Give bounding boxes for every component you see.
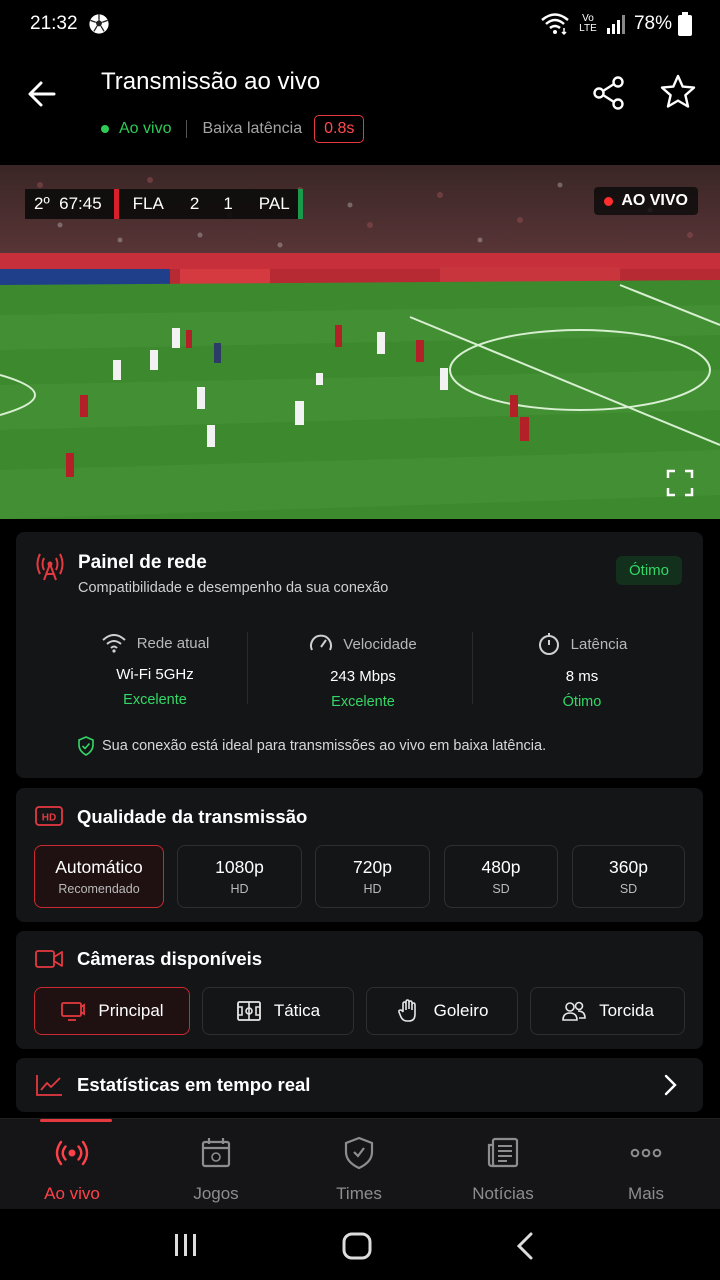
quality-option-480p[interactable]: 480p SD bbox=[444, 845, 558, 908]
stats-row[interactable]: Estatísticas em tempo real bbox=[16, 1058, 703, 1112]
video-camera-icon bbox=[35, 950, 63, 968]
active-tab-indicator bbox=[40, 1119, 112, 1122]
live-badge: AO VIVO bbox=[594, 187, 698, 215]
live-dot-icon bbox=[604, 196, 614, 206]
favorite-star-icon[interactable] bbox=[658, 72, 698, 112]
signal-icon bbox=[606, 15, 625, 34]
metric-speed: Velocidade 243 Mbps Excelente bbox=[258, 632, 468, 722]
camera-option-torcida[interactable]: Torcida bbox=[530, 987, 685, 1035]
quality-option-1080p[interactable]: 1080p HD bbox=[177, 845, 302, 908]
nav-item-noticias[interactable]: Notícias bbox=[431, 1135, 575, 1204]
shield-check-icon bbox=[78, 736, 94, 756]
nav-item-times[interactable]: Times bbox=[287, 1135, 431, 1204]
camera-option-tatica[interactable]: Tática bbox=[202, 987, 354, 1035]
tactical-field-icon bbox=[236, 1001, 261, 1021]
stats-title: Estatísticas em tempo real bbox=[77, 1074, 311, 1095]
battery-percent: 78% bbox=[633, 13, 672, 34]
back-arrow-icon[interactable] bbox=[22, 74, 62, 114]
quality-section: HD Qualidade da transmissão Automático R… bbox=[16, 788, 703, 922]
volte-label: Vo LTE bbox=[579, 13, 597, 34]
metric-latency-value: 8 ms bbox=[565, 668, 599, 685]
quality-option-360p[interactable]: 360p SD bbox=[572, 845, 685, 908]
chevron-right-icon bbox=[664, 1074, 677, 1096]
divider bbox=[472, 632, 473, 704]
metric-network-status: Excelente bbox=[123, 692, 187, 708]
more-icon bbox=[630, 1148, 662, 1158]
live-dot-icon bbox=[101, 125, 109, 133]
home-icon[interactable] bbox=[341, 1231, 373, 1261]
network-panel-subtitle: Compatibilidade e desempenho da sua cone… bbox=[78, 580, 389, 596]
camera-option-goleiro[interactable]: Goleiro bbox=[366, 987, 518, 1035]
nav-item-ao-vivo[interactable]: Ao vivo bbox=[0, 1135, 144, 1204]
cameras-section: Câmeras disponíveis Principal Tática Gol… bbox=[16, 931, 703, 1049]
match-clock: 2º 67:45 bbox=[34, 194, 102, 213]
metric-speed-status: Excelente bbox=[331, 694, 395, 710]
trend-chart-icon bbox=[36, 1075, 62, 1096]
glove-icon bbox=[397, 999, 416, 1022]
news-icon bbox=[487, 1137, 519, 1168]
status-time: 21:32 bbox=[30, 13, 78, 34]
svg-text:HD: HD bbox=[42, 813, 56, 824]
hd-icon: HD bbox=[35, 806, 63, 826]
network-panel-title: Painel de rede bbox=[78, 552, 207, 573]
back-icon[interactable] bbox=[512, 1231, 538, 1261]
calendar-icon bbox=[201, 1138, 231, 1168]
divider bbox=[186, 120, 188, 138]
divider bbox=[247, 632, 248, 704]
network-panel: Painel de rede Compatibilidade e desempe… bbox=[16, 532, 703, 778]
shield-icon bbox=[344, 1136, 374, 1170]
metric-latency: Latência 8 ms Ótimo bbox=[477, 632, 687, 722]
connection-status-badge: Ótimo bbox=[616, 556, 683, 585]
video-player[interactable]: 2º 67:45 FLA 2 1 PAL AO VIVO bbox=[0, 165, 720, 519]
quality-option-720p[interactable]: 720p HD bbox=[315, 845, 430, 908]
scoreboard: 2º 67:45 FLA 2 1 PAL bbox=[25, 189, 303, 219]
antenna-icon bbox=[36, 553, 64, 581]
camera-option-principal[interactable]: Principal bbox=[34, 987, 190, 1035]
away-team: PAL bbox=[258, 194, 290, 213]
latency-badge: 0.8s bbox=[314, 115, 365, 143]
recent-apps-icon[interactable] bbox=[170, 1232, 202, 1258]
fullscreen-icon[interactable] bbox=[666, 469, 694, 497]
metric-latency-status: Ótimo bbox=[562, 694, 602, 710]
metric-speed-value: 243 Mbps bbox=[330, 668, 396, 685]
cameras-title: Câmeras disponíveis bbox=[77, 948, 263, 969]
system-navigation-bar bbox=[0, 1209, 720, 1280]
away-color-bar bbox=[297, 189, 303, 219]
page-title: Transmissão ao vivo bbox=[101, 68, 321, 95]
low-latency-label: Baixa latência bbox=[202, 120, 303, 137]
wifi-icon bbox=[102, 634, 126, 653]
monitor-icon bbox=[61, 1002, 86, 1021]
away-score: 1 bbox=[223, 194, 233, 213]
wifi-status-icon bbox=[541, 13, 569, 36]
home-score: 2 bbox=[189, 194, 200, 213]
battery-icon bbox=[678, 12, 692, 36]
share-icon[interactable] bbox=[590, 74, 628, 112]
metric-network: Rede atual Wi-Fi 5GHz Excelente bbox=[50, 632, 260, 722]
crowd-icon bbox=[562, 1001, 586, 1021]
soccer-ball-icon bbox=[89, 14, 109, 34]
stream-info: Ao vivo Baixa latência 0.8s bbox=[101, 115, 365, 143]
speedometer-icon bbox=[310, 634, 333, 651]
bottom-nav: Ao vivo Jogos Times Notícias Mais bbox=[0, 1118, 720, 1209]
connection-note: Sua conexão está ideal para transmissões… bbox=[102, 738, 547, 754]
live-label: Ao vivo bbox=[119, 120, 172, 137]
home-team: FLA bbox=[132, 194, 164, 213]
quality-title: Qualidade da transmissão bbox=[77, 806, 308, 827]
nav-item-jogos[interactable]: Jogos bbox=[144, 1135, 288, 1204]
quality-option-auto[interactable]: Automático Recomendado bbox=[34, 845, 164, 908]
status-bar: 21:32 Vo LTE 78% bbox=[0, 0, 720, 50]
stopwatch-icon bbox=[538, 633, 559, 655]
app-header: Transmissão ao vivo Ao vivo Baixa latênc… bbox=[0, 50, 720, 165]
broadcast-icon bbox=[55, 1140, 89, 1166]
nav-item-mais[interactable]: Mais bbox=[574, 1135, 718, 1204]
metric-network-value: Wi-Fi 5GHz bbox=[116, 666, 194, 683]
